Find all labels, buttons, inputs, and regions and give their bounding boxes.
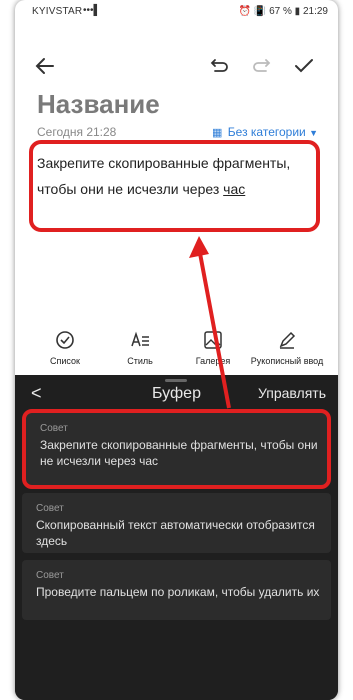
tool-style[interactable]: Стиль	[100, 330, 180, 366]
editor-tools: Список Стиль Галерея Рукописный ввод	[15, 330, 338, 370]
clipboard-item[interactable]: Совет Скопированный текст автоматически …	[22, 493, 331, 553]
tool-handwriting-label: Рукописный ввод	[250, 356, 324, 366]
note-text: Закрепите скопированные фрагменты, чтобы…	[37, 155, 291, 197]
clipboard-item-text: Скопированный текст автоматически отобра…	[36, 518, 315, 548]
signal-icon: •••▌	[83, 5, 101, 16]
undo-icon[interactable]	[207, 54, 231, 78]
carrier-name: KYIVSTAR	[32, 6, 83, 17]
folder-icon: ▦	[212, 127, 223, 139]
category-selector[interactable]: ▦ Без категории ▼	[212, 125, 318, 139]
tool-list-label: Список	[50, 356, 80, 366]
check-icon[interactable]	[292, 54, 316, 78]
note-date: Сегодня 21:28	[37, 125, 117, 139]
clipboard-panel: < Буфер Управлять Совет Закрепите скопир…	[15, 375, 338, 700]
manage-button[interactable]: Управлять	[258, 385, 326, 401]
panel-header: < Буфер Управлять	[15, 383, 338, 411]
app-frame: KYIVSTAR •••▌ ⏰ 📳 67 % ▮ 21:29 Название …	[15, 0, 338, 700]
drag-handle[interactable]	[165, 379, 187, 382]
tool-style-label: Стиль	[127, 356, 153, 366]
phone-screen: KYIVSTAR •••▌ ⏰ 📳 67 % ▮ 21:29 Название …	[0, 0, 353, 700]
note-body[interactable]: Закрепите скопированные фрагменты, чтобы…	[37, 150, 317, 202]
tool-gallery[interactable]: Галерея	[173, 330, 253, 366]
back-arrow-icon[interactable]	[33, 54, 57, 78]
clipboard-item-label: Совет	[40, 423, 68, 434]
toolbar	[15, 50, 338, 82]
chevron-down-icon: ▼	[309, 128, 318, 138]
checklist-icon	[25, 330, 105, 352]
clipboard-item[interactable]: Совет Закрепите скопированные фрагменты,…	[22, 409, 331, 489]
redo-icon[interactable]	[250, 54, 274, 78]
clipboard-item[interactable]: Совет Проведите пальцем по роликам, чтоб…	[22, 560, 331, 620]
tool-list[interactable]: Список	[25, 330, 105, 366]
note-title[interactable]: Название	[37, 89, 160, 120]
clipboard-item-text: Закрепите скопированные фрагменты, чтобы…	[40, 438, 318, 468]
category-label: Без категории	[227, 125, 306, 139]
system-nav-bar	[15, 676, 338, 700]
status-right: ⏰ 📳 67 % ▮ 21:29	[238, 6, 328, 17]
tool-gallery-label: Галерея	[195, 356, 231, 366]
note-text-underlined: час	[223, 181, 246, 197]
pen-icon	[247, 330, 327, 352]
clipboard-item-text: Проведите пальцем по роликам, чтобы удал…	[36, 585, 320, 599]
tool-handwriting[interactable]: Рукописный ввод	[247, 330, 327, 366]
clipboard-item-label: Совет	[36, 503, 64, 514]
status-bar: KYIVSTAR •••▌ ⏰ 📳 67 % ▮ 21:29	[15, 0, 338, 24]
gallery-icon	[173, 330, 253, 352]
clipboard-item-label: Совет	[36, 570, 64, 581]
text-style-icon	[100, 330, 180, 352]
